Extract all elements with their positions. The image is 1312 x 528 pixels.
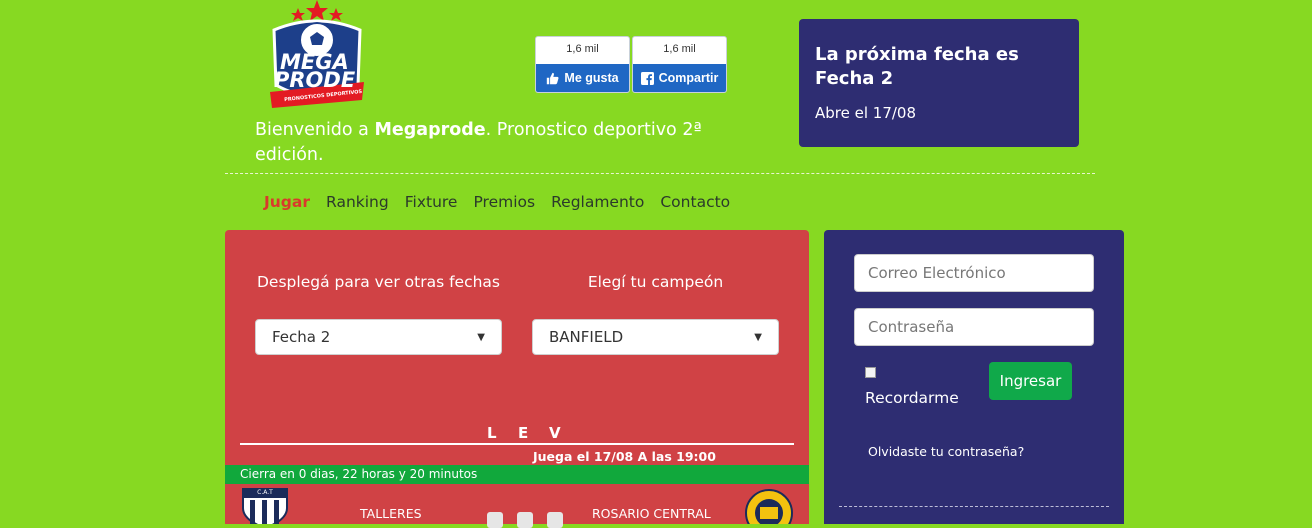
remember-checkbox[interactable] [865,367,876,378]
next-date-title: La próxima fecha es Fecha 2 [815,44,1019,89]
pick-visitante-box[interactable] [547,512,563,528]
lev-header: LEV [487,424,580,442]
login-button[interactable]: Ingresar [989,362,1072,400]
pick-empate-box[interactable] [517,512,533,528]
share-button[interactable]: Compartir [633,64,726,92]
forgot-password-link[interactable]: Olvidaste tu contraseña? [868,444,1024,459]
welcome-prefix: Bienvenido a [255,120,375,140]
champion-select-value: BANFIELD [549,328,624,346]
lev-visitante: V [549,424,561,442]
dates-label: Desplegá para ver otras fechas [257,273,500,291]
date-select[interactable]: Fecha 2 ▼ [255,319,502,355]
share-label: Compartir [658,71,719,85]
header-divider [225,173,1095,174]
nav-ranking[interactable]: Ranking [326,193,389,211]
nav-reglamento[interactable]: Reglamento [551,193,644,211]
share-count: 1,6 mil [663,43,696,55]
rosario-central-crest [745,488,793,524]
champion-label: Elegí tu campeón [587,273,724,291]
facebook-icon [640,71,654,85]
welcome-brand: Megaprode [374,120,486,140]
like-count: 1,6 mil [566,43,599,55]
date-select-value: Fecha 2 [272,328,331,346]
chevron-down-icon: ▼ [477,331,485,343]
email-placeholder: Correo Electrónico [868,264,1006,282]
closing-countdown: Cierra en 0 dias, 22 horas y 20 minutos [225,465,809,484]
nav-premios[interactable]: Premios [473,193,535,211]
email-field[interactable]: Correo Electrónico [854,254,1094,292]
lev-divider [240,443,794,445]
facebook-like-widget: 1,6 mil Me gusta [535,36,630,93]
login-divider [839,506,1109,507]
password-field[interactable]: Contraseña [854,308,1094,346]
lev-local: L [487,424,497,442]
pick-local-box[interactable] [487,512,503,528]
logo-text-prode: PRODE [274,68,356,92]
chevron-down-icon: ▼ [754,331,762,343]
facebook-share-widget: 1,6 mil Compartir [632,36,727,93]
like-label: Me gusta [564,71,619,85]
match-time: Juega el 17/08 A las 19:00 [533,449,716,464]
lev-empate: E [518,424,529,442]
talleres-crest-text: C.A.T [257,489,273,496]
like-button[interactable]: Me gusta [536,64,629,92]
home-team-name: TALLERES [360,506,422,521]
thumbs-up-icon [547,72,559,84]
main-nav: Jugar Ranking Fixture Premios Reglamento… [264,193,730,211]
away-team-name: ROSARIO CENTRAL [592,506,711,521]
remember-label: Recordarme [865,389,959,407]
nav-jugar[interactable]: Jugar [264,193,310,211]
nav-fixture[interactable]: Fixture [405,193,458,211]
welcome-message: Bienvenido a Megaprode. Pronostico depor… [255,118,735,168]
next-date-panel: La próxima fecha es Fecha 2 Abre el 17/0… [799,19,1079,147]
password-placeholder: Contraseña [868,318,955,336]
talleres-crest: C.A.T [240,488,290,528]
megaprode-logo[interactable]: MEGA PRODE PRONOSTICOS DEPORTIVOS [262,0,372,118]
champion-select[interactable]: BANFIELD ▼ [532,319,779,355]
rosario-central-crest-graphic [745,489,793,524]
nav-contacto[interactable]: Contacto [660,193,730,211]
next-date-subtitle: Abre el 17/08 [815,104,917,122]
